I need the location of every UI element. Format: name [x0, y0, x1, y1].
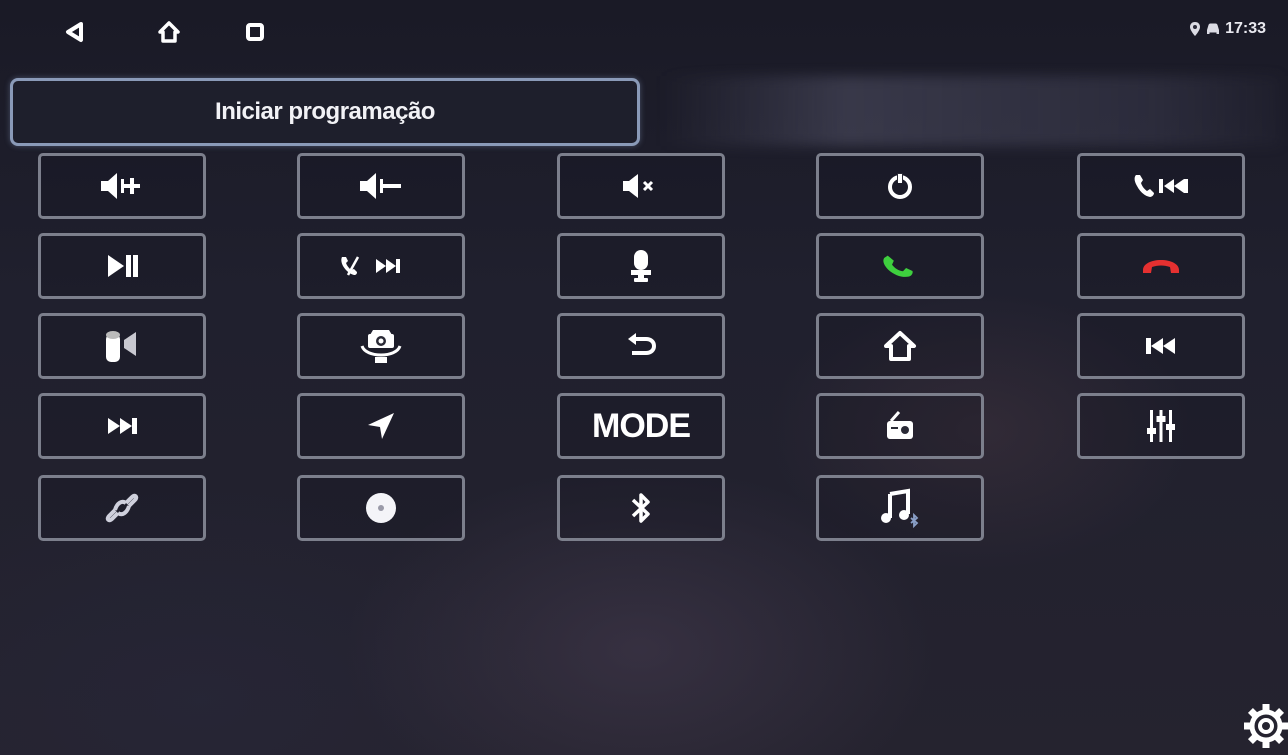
- hang-up-icon: [1143, 260, 1179, 273]
- gear-icon: [1244, 704, 1288, 748]
- play-pause-icon: [108, 255, 138, 277]
- key-return[interactable]: [557, 313, 725, 379]
- bluetooth-icon: [631, 493, 650, 523]
- return-icon: [628, 333, 657, 355]
- key-hang-up[interactable]: [1077, 233, 1245, 299]
- key-grid: MODE: [0, 0, 1288, 755]
- radio-icon: [887, 411, 913, 439]
- answer-call-icon: [883, 255, 913, 277]
- key-answer-call[interactable]: [816, 233, 984, 299]
- key-disc[interactable]: [297, 475, 465, 541]
- link-icon: [105, 493, 139, 523]
- key-mode[interactable]: MODE: [557, 393, 725, 459]
- speaker-icon: [106, 331, 136, 362]
- key-equalizer[interactable]: [1077, 393, 1245, 459]
- bluetooth-music-icon: [881, 488, 919, 528]
- key-bluetooth[interactable]: [557, 475, 725, 541]
- camera-360-icon: [360, 330, 402, 363]
- key-play-pause[interactable]: [38, 233, 206, 299]
- key-next-track[interactable]: [38, 393, 206, 459]
- head-unit-screen: 17:33 Iniciar programação MODE: [0, 0, 1288, 755]
- settings-button[interactable]: [1238, 698, 1288, 748]
- key-power[interactable]: [816, 153, 984, 219]
- key-voice[interactable]: [557, 233, 725, 299]
- equalizer-icon: [1147, 410, 1175, 442]
- key-radio[interactable]: [816, 393, 984, 459]
- power-icon: [888, 173, 912, 199]
- home-icon: [884, 331, 916, 361]
- disc-icon: [366, 493, 396, 523]
- key-previous-track[interactable]: [1077, 313, 1245, 379]
- navigation-icon: [368, 413, 394, 439]
- key-volume-up[interactable]: [38, 153, 206, 219]
- mode-label: MODE: [592, 406, 691, 445]
- key-phone-prev[interactable]: [1077, 153, 1245, 219]
- key-home[interactable]: [816, 313, 984, 379]
- voice-icon: [631, 250, 651, 282]
- mute-icon: [623, 174, 654, 198]
- key-speaker[interactable]: [38, 313, 206, 379]
- phone-next-icon: [341, 256, 400, 276]
- key-mute[interactable]: [557, 153, 725, 219]
- key-volume-down[interactable]: [297, 153, 465, 219]
- key-link[interactable]: [38, 475, 206, 541]
- key-camera-360[interactable]: [297, 313, 465, 379]
- phone-prev-icon: [1134, 175, 1188, 197]
- volume-down-icon: [360, 173, 401, 199]
- key-phone-next[interactable]: [297, 233, 465, 299]
- next-track-icon: [108, 418, 137, 434]
- key-navigation[interactable]: [297, 393, 465, 459]
- volume-up-icon: [101, 173, 140, 199]
- key-bluetooth-music[interactable]: [816, 475, 984, 541]
- previous-track-icon: [1146, 338, 1175, 354]
